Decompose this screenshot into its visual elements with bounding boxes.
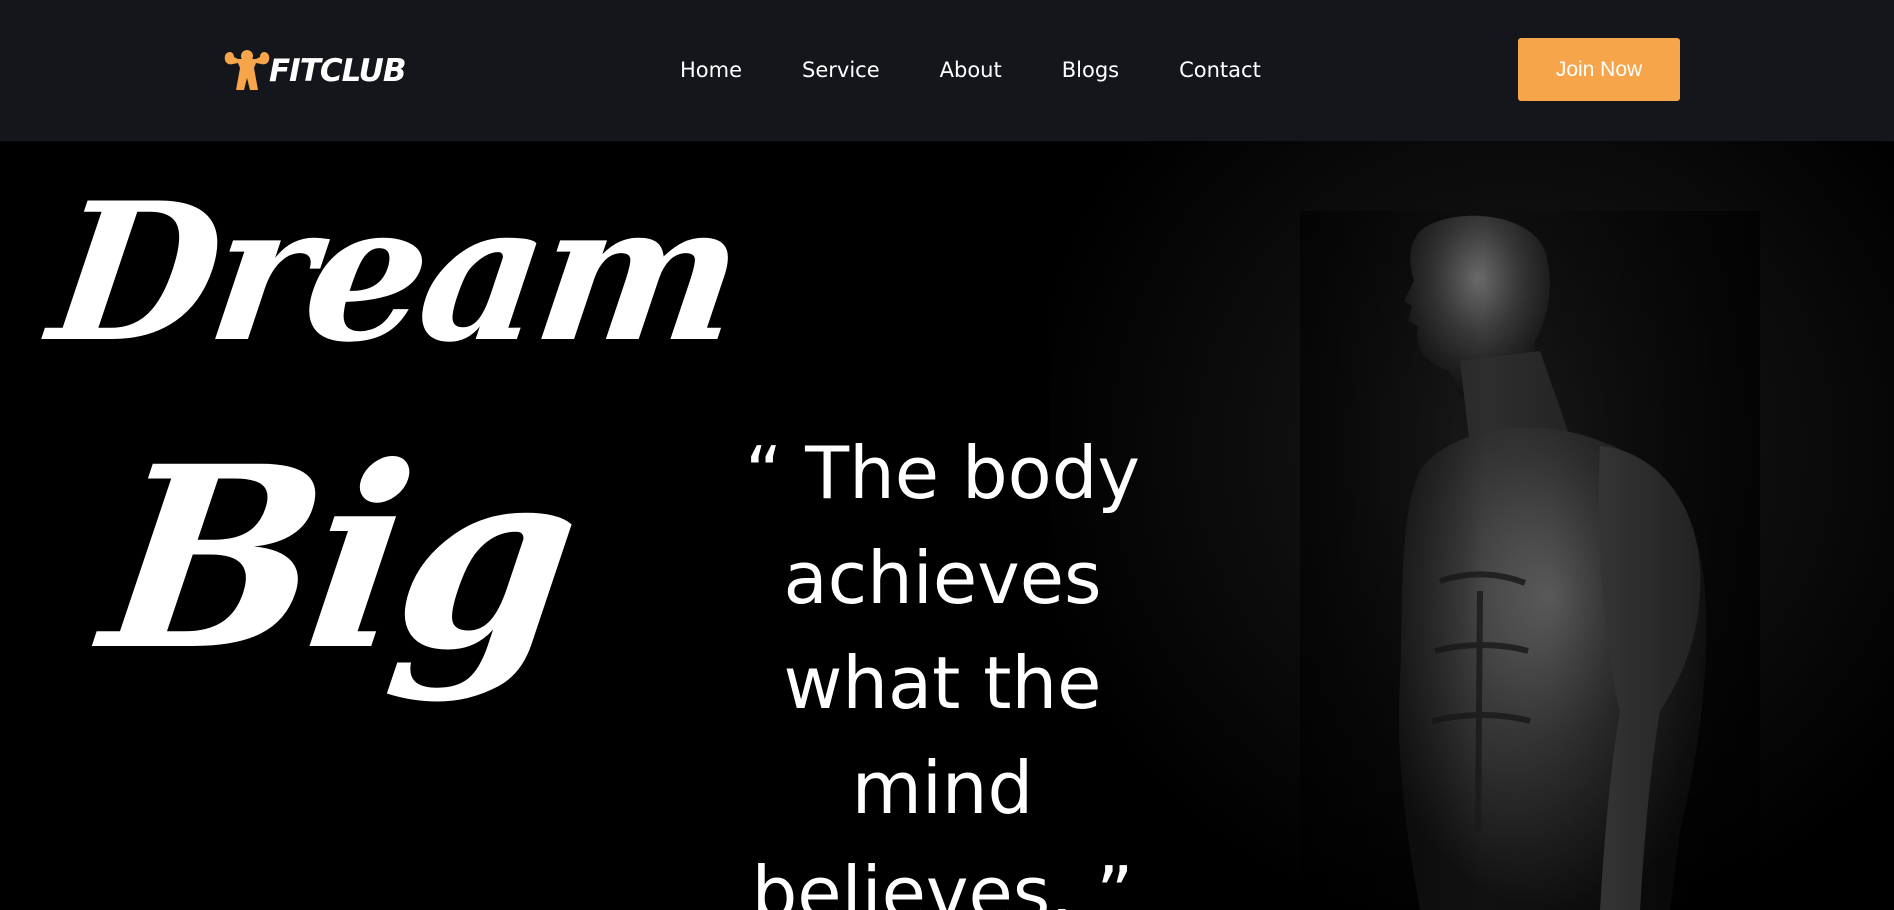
nav-home[interactable]: Home bbox=[680, 55, 742, 85]
hero-section: Dream Big “ The body achieves what the m… bbox=[0, 141, 1894, 910]
nav-contact[interactable]: Contact bbox=[1179, 55, 1261, 85]
main-nav: Home Service About Blogs Contact bbox=[680, 55, 1321, 85]
headline-big: Big bbox=[89, 411, 588, 705]
flexing-strongman-icon bbox=[224, 50, 270, 90]
nav-blogs[interactable]: Blogs bbox=[1062, 55, 1119, 85]
navbar: FITCLUB Home Service About Blogs Contact… bbox=[0, 0, 1894, 141]
muscular-athlete-portrait bbox=[1300, 211, 1760, 910]
nav-about[interactable]: About bbox=[940, 55, 1002, 85]
brand-logo[interactable]: FITCLUB bbox=[222, 46, 406, 92]
hero-quote: “ The body achieves what the mind believ… bbox=[744, 431, 1141, 910]
headline-dream: Dream bbox=[39, 161, 751, 384]
brand-name: FITCLUB bbox=[269, 53, 406, 89]
nav-service[interactable]: Service bbox=[802, 55, 880, 85]
join-now-button[interactable]: Join Now bbox=[1518, 38, 1680, 101]
